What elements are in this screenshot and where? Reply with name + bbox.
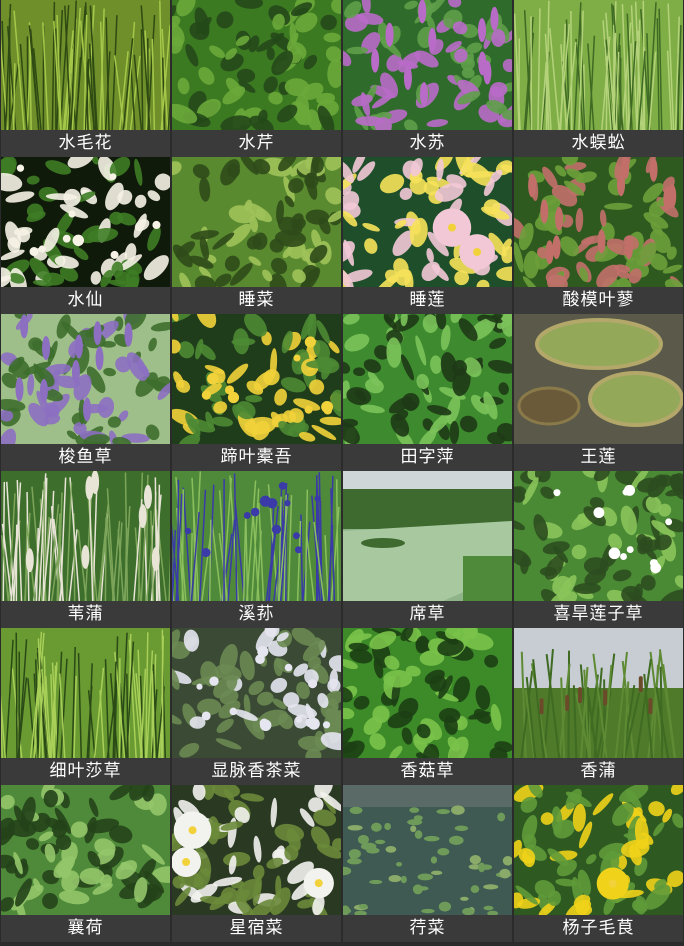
- plant-tile: 水芹: [172, 0, 341, 157]
- plant-name-caption: 香蒲: [514, 758, 683, 785]
- plant-photo: [1, 471, 170, 601]
- plant-name-caption: 溪荪: [172, 601, 341, 628]
- plant-name-caption: 水芹: [172, 130, 341, 157]
- plant-name-caption: 水仙: [1, 287, 170, 314]
- plant-name-caption: 细叶莎草: [1, 758, 170, 785]
- plant-tile: 睡莲: [343, 157, 512, 314]
- plant-photo: [343, 157, 512, 287]
- plant-tile: 香蒲: [514, 628, 683, 785]
- plant-tile: 荇菜: [343, 785, 512, 942]
- plant-name-caption: 喜旱莲子草: [514, 601, 683, 628]
- plant-tile: 水苏: [343, 0, 512, 157]
- plant-name-caption: 席草: [343, 601, 512, 628]
- plant-photo: [514, 0, 683, 130]
- plant-photo: [1, 785, 170, 915]
- plant-name-caption: 水苏: [343, 130, 512, 157]
- plant-tile: 田字萍: [343, 314, 512, 471]
- plant-tile: 襄荷: [1, 785, 170, 942]
- plant-name-caption: 星宿菜: [172, 915, 341, 942]
- plant-name-caption: 显脉香茶菜: [172, 758, 341, 785]
- plant-photo: [1, 0, 170, 130]
- plant-tile: 水仙: [1, 157, 170, 314]
- plant-name-caption: 荇菜: [343, 915, 512, 942]
- plant-tile: 水毛花: [1, 0, 170, 157]
- plant-name-caption: 梭鱼草: [1, 444, 170, 471]
- plant-name-caption: 水毛花: [1, 130, 170, 157]
- plant-photo: [172, 471, 341, 601]
- plant-photo: [343, 785, 512, 915]
- plant-photo: [1, 628, 170, 758]
- plant-name-caption: 杨子毛茛: [514, 915, 683, 942]
- plant-photo: [172, 785, 341, 915]
- plant-name-caption: 睡菜: [172, 287, 341, 314]
- plant-tile: 溪荪: [172, 471, 341, 628]
- plant-tile: 王莲: [514, 314, 683, 471]
- plant-name-caption: 睡莲: [343, 287, 512, 314]
- plant-tile: 水蜈蚣: [514, 0, 683, 157]
- plant-photo: [343, 628, 512, 758]
- plant-tile: 显脉香茶菜: [172, 628, 341, 785]
- plant-photo: [343, 471, 512, 601]
- plant-name-caption: 蹄叶橐吾: [172, 444, 341, 471]
- plant-name-caption: 田字萍: [343, 444, 512, 471]
- plant-photo: [172, 0, 341, 130]
- plant-photo: [343, 0, 512, 130]
- plant-tile: 睡菜: [172, 157, 341, 314]
- plant-tile: 喜旱莲子草: [514, 471, 683, 628]
- plant-name-caption: 王莲: [514, 444, 683, 471]
- plant-name-caption: 酸模叶蓼: [514, 287, 683, 314]
- plant-tile: 细叶莎草: [1, 628, 170, 785]
- plant-photo: [172, 314, 341, 444]
- plant-tile: 苇蒲: [1, 471, 170, 628]
- plant-tile: 星宿菜: [172, 785, 341, 942]
- plant-photo: [514, 157, 683, 287]
- plant-name-caption: 襄荷: [1, 915, 170, 942]
- plant-tile: 香菇草: [343, 628, 512, 785]
- plant-photo: [514, 785, 683, 915]
- plant-name-caption: 水蜈蚣: [514, 130, 683, 157]
- plant-name-caption: 香菇草: [343, 758, 512, 785]
- plant-tile: 杨子毛茛: [514, 785, 683, 942]
- plant-tile: 席草: [343, 471, 512, 628]
- plant-photo: [1, 157, 170, 287]
- plant-photo: [514, 628, 683, 758]
- plant-photo: [343, 314, 512, 444]
- plant-photo: [172, 628, 341, 758]
- plant-photo: [514, 314, 683, 444]
- plant-name-caption: 苇蒲: [1, 601, 170, 628]
- plant-photo-grid: 水毛花 水芹 水苏 水蜈蚣水仙 睡菜 睡莲 酸模叶蓼梭鱼草 蹄叶橐吾 田字萍 王莲苇蒲 溪荪 席草 喜旱…: [0, 0, 684, 946]
- plant-tile: 蹄叶橐吾: [172, 314, 341, 471]
- plant-photo: [1, 314, 170, 444]
- plant-tile: 梭鱼草: [1, 314, 170, 471]
- plant-photo: [172, 157, 341, 287]
- plant-photo: [514, 471, 683, 601]
- plant-tile: 酸模叶蓼: [514, 157, 683, 314]
